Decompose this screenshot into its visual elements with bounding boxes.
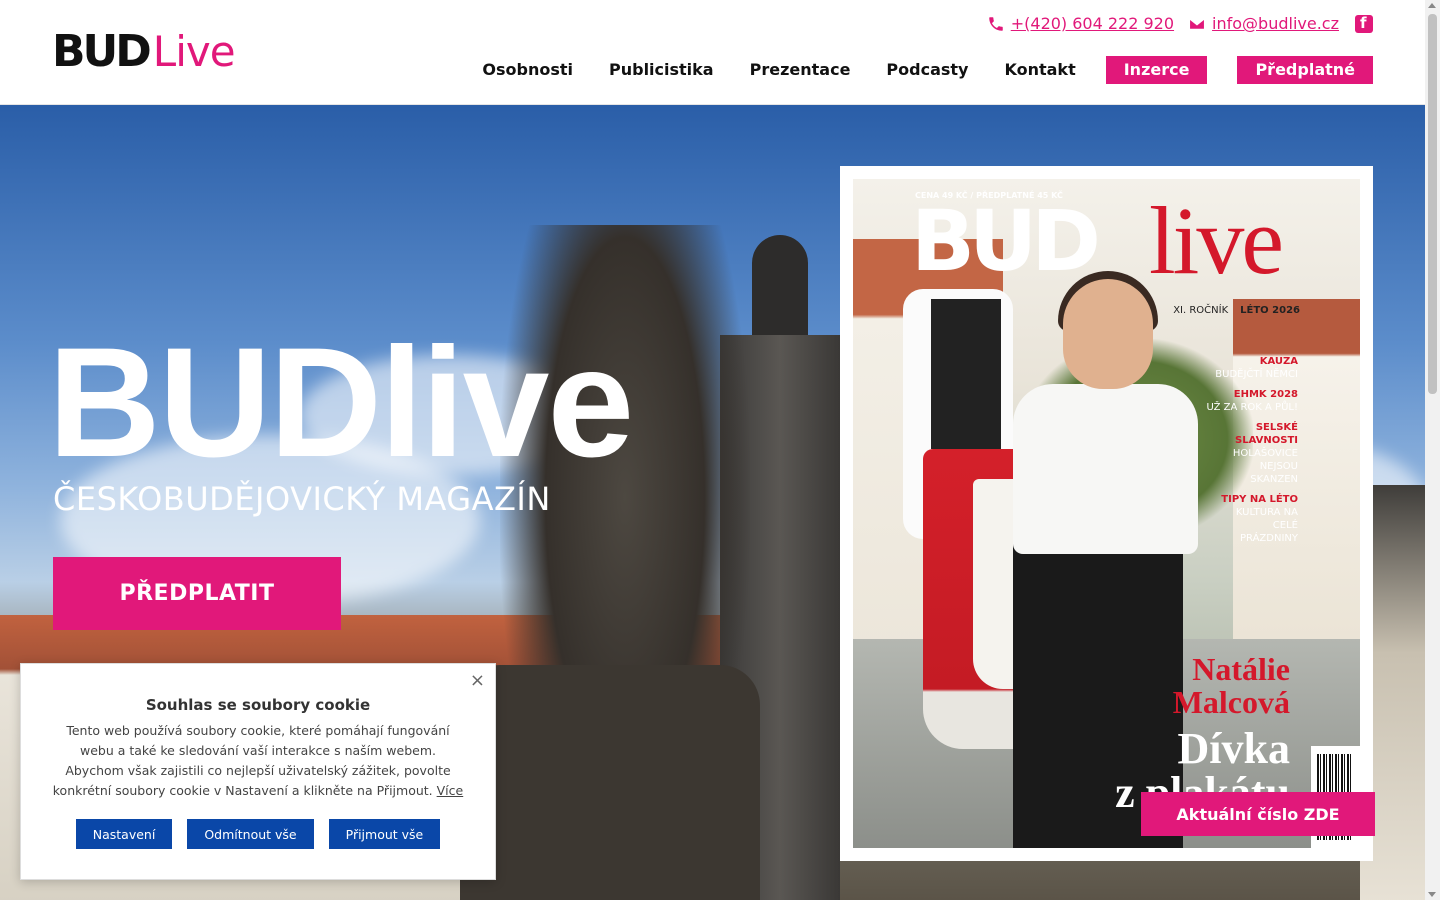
phone-number: +(420) 604 222 920 — [1010, 14, 1175, 33]
predplatne-button[interactable]: Předplatné — [1237, 56, 1373, 84]
cover-season: LÉTO 2026 — [1240, 305, 1300, 316]
scroll-up-icon[interactable] — [1428, 3, 1436, 8]
close-icon[interactable]: × — [470, 670, 485, 691]
cookie-settings-button[interactable]: Nastavení — [75, 819, 173, 849]
headline-red: KAUZA — [1259, 356, 1298, 367]
nav-publicistika[interactable]: Publicistika — [609, 56, 714, 84]
cookie-text: Tento web používá soubory cookie, které … — [51, 721, 465, 801]
nav-podcasty[interactable]: Podcasty — [886, 56, 968, 84]
cover-logo-bud: BUD — [911, 192, 1101, 290]
hero-subtitle: ČESKOBUDĚJOVICKÝ MAGAZÍN — [53, 480, 551, 518]
magazine-cover: CENA 49 KČ / PŘEDPLATNÉ 45 KČ BUD live X… — [853, 179, 1360, 848]
cover-headlines: KAUZA BUDĚJČTÍ NĚMCI EHMK 2028 UŽ ZA ROK… — [1206, 355, 1298, 552]
nav-kontakt[interactable]: Kontakt — [1004, 56, 1075, 84]
main-nav: Osobnosti Publicistika Prezentace Podcas… — [446, 56, 1373, 84]
cover-headline: KAUZA BUDĚJČTÍ NĚMCI — [1206, 355, 1298, 381]
cookie-consent-dialog: × Souhlas se soubory cookie Tento web po… — [20, 663, 496, 880]
logo-live-text: Live — [152, 27, 236, 76]
headline-red: EHMK 2028 — [1233, 389, 1298, 400]
headline-red: SELSKÉ SLAVNOSTI — [1235, 422, 1298, 446]
email-link[interactable]: info@budlive.cz — [1188, 14, 1339, 33]
headline-white: KULTURA NA CELÉ PRÁZDNINY — [1235, 507, 1298, 544]
magazine-cover-frame[interactable]: CENA 49 KČ / PŘEDPLATNÉ 45 KČ BUD live X… — [840, 166, 1373, 861]
facebook-icon[interactable] — [1355, 14, 1373, 33]
cookie-reject-all-button[interactable]: Odmítnout vše — [187, 819, 314, 849]
contact-row: +(420) 604 222 920 info@budlive.cz — [987, 14, 1373, 33]
cover-headline: TIPY NA LÉTO KULTURA NA CELÉ PRÁZDNINY — [1218, 493, 1298, 545]
subscribe-cta-button[interactable]: PŘEDPLATIT — [53, 557, 341, 630]
cover-tagline-1: Dívka — [1177, 724, 1290, 773]
cover-name-last: Malcová — [1172, 684, 1290, 720]
cookie-more-link[interactable]: Více — [437, 783, 464, 798]
cookie-buttons: Nastavení Odmítnout vše Přijmout vše — [21, 819, 495, 849]
headline-white: HOLAŠOVICE NEJSOU SKANZEN — [1232, 448, 1298, 485]
page: BUD Live +(420) 604 222 920 info@budlive… — [0, 0, 1440, 900]
site-logo[interactable]: BUD Live — [52, 26, 236, 77]
headline-red: TIPY NA LÉTO — [1221, 494, 1298, 505]
current-issue-button[interactable]: Aktuální číslo ZDE — [1141, 792, 1375, 836]
site-header: BUD Live +(420) 604 222 920 info@budlive… — [0, 0, 1425, 105]
cover-headline: SELSKÉ SLAVNOSTI HOLAŠOVICE NEJSOU SKANZ… — [1218, 421, 1298, 486]
inzerce-button[interactable]: Inzerce — [1105, 56, 1208, 84]
headline-white: UŽ ZA ROK A PŮL! — [1206, 402, 1298, 413]
cover-headline: EHMK 2028 UŽ ZA ROK A PŮL! — [1206, 388, 1298, 414]
phone-link[interactable]: +(420) 604 222 920 — [987, 14, 1174, 33]
cover-volume: XI. ROČNÍK — [1173, 305, 1229, 316]
headline-white: BUDĚJČTÍ NĚMCI — [1215, 369, 1298, 380]
vertical-scrollbar[interactable] — [1425, 0, 1440, 900]
cookie-accept-all-button[interactable]: Přijmout vše — [328, 819, 441, 849]
cookie-title: Souhlas se soubory cookie — [145, 696, 371, 714]
nav-prezentace[interactable]: Prezentace — [750, 56, 851, 84]
nav-osobnosti[interactable]: Osobnosti — [482, 56, 573, 84]
cover-name-first: Natálie — [1192, 651, 1290, 687]
hero-title: BUDlive — [48, 316, 634, 490]
cover-name: Natálie Malcová — [1173, 653, 1290, 719]
cover-logo-live: live — [1149, 187, 1284, 294]
scrollbar-thumb[interactable] — [1428, 14, 1437, 394]
logo-bud-text: BUD — [52, 26, 152, 77]
phone-icon — [988, 16, 1003, 31]
cover-issue-info: XI. ROČNÍK LÉTO 2026 — [1173, 305, 1300, 316]
scroll-down-icon[interactable] — [1428, 892, 1436, 897]
email-address: info@budlive.cz — [1212, 14, 1339, 33]
envelope-icon — [1188, 17, 1206, 30]
cookie-body: Tento web používá soubory cookie, které … — [52, 723, 451, 798]
